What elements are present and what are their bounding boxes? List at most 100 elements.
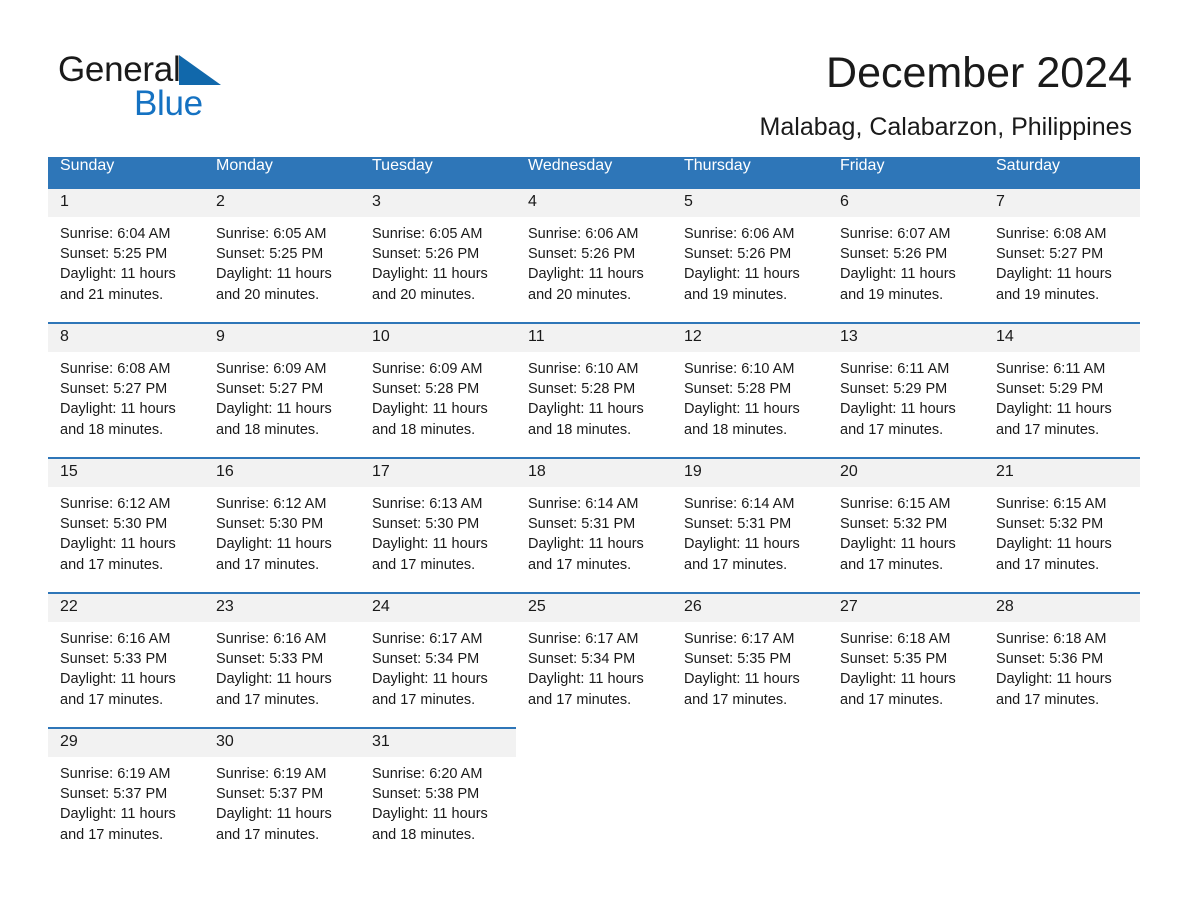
daylight-text: Daylight: 11 hours and 17 minutes.: [60, 806, 176, 843]
sunrise-text: Sunrise: 6:11 AM: [840, 361, 950, 377]
calendar-day-number[interactable]: 16: [204, 457, 360, 487]
daylight-text: Daylight: 11 hours and 18 minutes.: [372, 401, 488, 438]
daylight-text: Daylight: 11 hours and 17 minutes.: [684, 536, 800, 573]
general-blue-logo[interactable]: General Blue: [58, 52, 318, 130]
daylight-text: Daylight: 11 hours and 17 minutes.: [60, 536, 176, 573]
weekday-header-saturday: Saturday: [984, 157, 1140, 188]
calendar-day-number[interactable]: 27: [828, 592, 984, 622]
sunrise-sunset-calendar: Sunday Monday Tuesday Wednesday Thursday…: [48, 157, 1140, 863]
calendar-day-number[interactable]: 18: [516, 457, 672, 487]
weekday-header-friday: Friday: [828, 157, 984, 188]
calendar-day-cell: Sunrise: 6:16 AM Sunset: 5:33 PM Daylight:…: [48, 622, 204, 728]
calendar-day-cell: Sunrise: 6:05 AM Sunset: 5:25 PM Daylight:…: [204, 217, 360, 323]
sunset-text: Sunset: 5:25 PM: [60, 246, 168, 263]
calendar-page: General Blue December 2024 Malabag, Cala…: [0, 0, 1188, 918]
calendar-day-number[interactable]: 11: [516, 322, 672, 352]
calendar-day-number[interactable]: 22: [48, 592, 204, 622]
calendar-day-number[interactable]: 21: [984, 457, 1140, 487]
calendar-day-cell: Sunrise: 6:12 AM Sunset: 5:30 PM Daylight:…: [204, 487, 360, 593]
sunset-text: Sunset: 5:37 PM: [60, 786, 168, 803]
calendar-day-number[interactable]: 5: [672, 187, 828, 217]
sunset-text: Sunset: 5:34 PM: [528, 651, 636, 668]
calendar-day-cell-empty: [672, 757, 828, 863]
calendar-day-number[interactable]: 4: [516, 187, 672, 217]
calendar-day-number[interactable]: 30: [204, 727, 360, 757]
sunrise-text: Sunrise: 6:05 AM: [216, 226, 327, 242]
daylight-text: Daylight: 11 hours and 17 minutes.: [684, 671, 800, 708]
calendar-day-number[interactable]: 10: [360, 322, 516, 352]
calendar-day-number[interactable]: 29: [48, 727, 204, 757]
calendar-day-number[interactable]: 13: [828, 322, 984, 352]
sunset-text: Sunset: 5:27 PM: [60, 381, 168, 398]
calendar-day-cell: Sunrise: 6:04 AM Sunset: 5:25 PM Daylight:…: [48, 217, 204, 323]
sunrise-text: Sunrise: 6:13 AM: [372, 496, 483, 512]
calendar-week-details-row: Sunrise: 6:12 AM Sunset: 5:30 PM Daylight:…: [48, 487, 1140, 593]
weekday-header-wednesday: Wednesday: [516, 157, 672, 188]
sunset-text: Sunset: 5:31 PM: [528, 516, 636, 533]
calendar-day-number[interactable]: 1: [48, 187, 204, 217]
calendar-day-cell: Sunrise: 6:09 AM Sunset: 5:27 PM Daylight:…: [204, 352, 360, 458]
calendar-day-number[interactable]: 9: [204, 322, 360, 352]
calendar-day-number[interactable]: 19: [672, 457, 828, 487]
calendar-day-cell: Sunrise: 6:15 AM Sunset: 5:32 PM Daylight:…: [984, 487, 1140, 593]
calendar-day-number[interactable]: 20: [828, 457, 984, 487]
sunrise-text: Sunrise: 6:11 AM: [996, 361, 1106, 377]
sunrise-text: Sunrise: 6:05 AM: [372, 226, 483, 242]
calendar-day-number[interactable]: 12: [672, 322, 828, 352]
title-block: December 2024 Malabag, Calabarzon, Phili…: [432, 48, 1132, 142]
sunrise-text: Sunrise: 6:17 AM: [372, 631, 483, 647]
calendar-day-number[interactable]: 2: [204, 187, 360, 217]
sunset-text: Sunset: 5:35 PM: [840, 651, 948, 668]
daylight-text: Daylight: 11 hours and 17 minutes.: [996, 401, 1112, 438]
daylight-text: Daylight: 11 hours and 21 minutes.: [60, 266, 176, 303]
calendar-header: Sunday Monday Tuesday Wednesday Thursday…: [48, 157, 1140, 188]
calendar-day-cell: Sunrise: 6:10 AM Sunset: 5:28 PM Daylight:…: [672, 352, 828, 458]
page-header: General Blue December 2024 Malabag, Cala…: [0, 0, 1188, 150]
sunset-text: Sunset: 5:28 PM: [372, 381, 480, 398]
calendar-day-number[interactable]: 15: [48, 457, 204, 487]
calendar-day-cell: Sunrise: 6:13 AM Sunset: 5:30 PM Daylight:…: [360, 487, 516, 593]
sunrise-text: Sunrise: 6:12 AM: [60, 496, 171, 512]
calendar-day-number[interactable]: 26: [672, 592, 828, 622]
daylight-text: Daylight: 11 hours and 18 minutes.: [372, 806, 488, 843]
sunrise-text: Sunrise: 6:15 AM: [996, 496, 1107, 512]
page-title: December 2024: [826, 49, 1132, 97]
calendar-day-cell: Sunrise: 6:19 AM Sunset: 5:37 PM Daylight:…: [48, 757, 204, 863]
sunrise-text: Sunrise: 6:18 AM: [996, 631, 1107, 647]
sunset-text: Sunset: 5:37 PM: [216, 786, 324, 803]
sunset-text: Sunset: 5:38 PM: [372, 786, 480, 803]
calendar-day-cell: Sunrise: 6:10 AM Sunset: 5:28 PM Daylight:…: [516, 352, 672, 458]
sunrise-text: Sunrise: 6:10 AM: [528, 361, 639, 377]
calendar-day-cell: Sunrise: 6:08 AM Sunset: 5:27 PM Daylight:…: [48, 352, 204, 458]
calendar-day-number[interactable]: 3: [360, 187, 516, 217]
weekday-header-tuesday: Tuesday: [360, 157, 516, 188]
sunrise-text: Sunrise: 6:16 AM: [60, 631, 171, 647]
sunrise-text: Sunrise: 6:04 AM: [60, 226, 171, 242]
calendar-day-number[interactable]: 24: [360, 592, 516, 622]
calendar-day-number[interactable]: 17: [360, 457, 516, 487]
calendar-day-number[interactable]: 25: [516, 592, 672, 622]
calendar-day-number[interactable]: 7: [984, 187, 1140, 217]
logo-top-row: General: [58, 52, 222, 88]
calendar-day-cell: Sunrise: 6:20 AM Sunset: 5:38 PM Daylight:…: [360, 757, 516, 863]
sunset-text: Sunset: 5:27 PM: [216, 381, 324, 398]
calendar-day-cell: Sunrise: 6:14 AM Sunset: 5:31 PM Daylight:…: [672, 487, 828, 593]
sunset-text: Sunset: 5:33 PM: [60, 651, 168, 668]
sunrise-text: Sunrise: 6:06 AM: [684, 226, 795, 242]
calendar-day-number[interactable]: 23: [204, 592, 360, 622]
calendar-day-number[interactable]: 31: [360, 727, 516, 757]
daylight-text: Daylight: 11 hours and 18 minutes.: [684, 401, 800, 438]
weekday-header-row: Sunday Monday Tuesday Wednesday Thursday…: [48, 157, 1140, 188]
daylight-text: Daylight: 11 hours and 17 minutes.: [216, 536, 332, 573]
calendar-day-number[interactable]: 14: [984, 322, 1140, 352]
sunset-text: Sunset: 5:31 PM: [684, 516, 792, 533]
sunset-text: Sunset: 5:28 PM: [684, 381, 792, 398]
calendar-day-number-empty: [672, 727, 828, 757]
sunrise-text: Sunrise: 6:19 AM: [60, 766, 171, 782]
calendar-day-number[interactable]: 8: [48, 322, 204, 352]
calendar-day-number[interactable]: 28: [984, 592, 1140, 622]
calendar-day-cell: Sunrise: 6:17 AM Sunset: 5:34 PM Daylight:…: [360, 622, 516, 728]
calendar-day-number[interactable]: 6: [828, 187, 984, 217]
calendar-day-number-empty: [516, 727, 672, 757]
daylight-text: Daylight: 11 hours and 17 minutes.: [216, 806, 332, 843]
